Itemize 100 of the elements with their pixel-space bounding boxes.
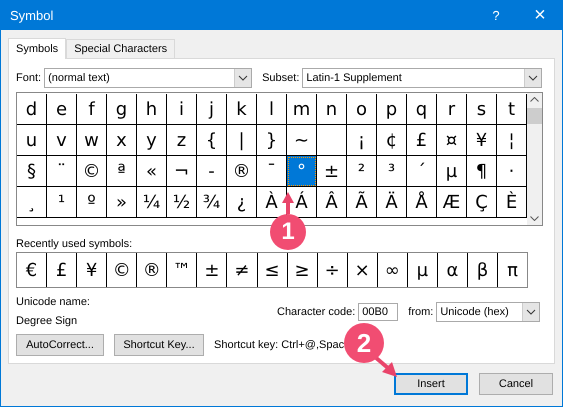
symbol-cell[interactable]: µ — [437, 156, 467, 187]
tab[interactable]: Symbols — [8, 38, 66, 59]
symbol-cell[interactable]: Ã — [347, 187, 377, 218]
symbol-cell[interactable]: { — [197, 125, 227, 156]
recent-symbol-cell[interactable]: ™ — [167, 253, 198, 287]
symbol-cell[interactable]: ² — [347, 156, 377, 187]
symbol-cell[interactable]: s — [467, 94, 497, 125]
symbol-cell[interactable]: p — [377, 94, 407, 125]
symbol-cell[interactable]: ´ — [407, 156, 437, 187]
symbol-cell[interactable]: ¿ — [227, 187, 257, 218]
symbol-cell[interactable]: g — [107, 94, 137, 125]
symbol-cell[interactable]: e — [47, 94, 77, 125]
symbol-cell[interactable]: k — [227, 94, 257, 125]
character-code-field[interactable]: 00B0 — [358, 302, 398, 320]
symbol-cell[interactable]: j — [197, 94, 227, 125]
tab[interactable]: Special Characters — [66, 39, 176, 58]
recent-symbol-cell[interactable]: ® — [137, 253, 168, 287]
symbol-cell[interactable]: d — [17, 94, 47, 125]
symbol-cell[interactable]: ¨ — [47, 156, 77, 187]
recent-symbol-cell[interactable]: π — [498, 253, 528, 287]
symbol-cell[interactable]: º — [77, 187, 107, 218]
symbol-cell[interactable]: z — [167, 125, 197, 156]
field-label: from: — [408, 306, 434, 318]
chevron-down-icon — [528, 75, 538, 81]
symbol-cell[interactable]: n — [317, 94, 347, 125]
chevron-down-icon — [238, 75, 248, 81]
recent-symbol-cell[interactable]: £ — [47, 253, 78, 287]
symbol-cell[interactable]: ¡ — [347, 125, 377, 156]
recent-symbol-cell[interactable]: € — [17, 253, 48, 287]
symbol-cell[interactable]: » — [107, 187, 137, 218]
symbol-cell[interactable]: ¹ — [47, 187, 77, 218]
recent-symbol-cell[interactable]: × — [348, 253, 378, 287]
symbol-cell[interactable]: Ä — [377, 187, 407, 218]
symbol-cell[interactable]: « — [137, 156, 167, 187]
chevron-down-icon[interactable] — [530, 216, 539, 221]
symbol-cell[interactable]: r — [437, 94, 467, 125]
symbol-cell[interactable]: ° — [287, 156, 317, 187]
symbol-cell[interactable]: y — [137, 125, 167, 156]
symbol-cell[interactable]: o — [347, 94, 377, 125]
symbol-cell[interactable]: ¬ — [167, 156, 197, 187]
symbol-cell[interactable]: | — [227, 125, 257, 156]
recent-symbol-cell[interactable]: ≠ — [227, 253, 258, 287]
symbol-cell[interactable]: © — [77, 156, 107, 187]
help-button[interactable]: ? — [474, 8, 518, 22]
unicode-name-label: Unicode name: — [16, 296, 91, 308]
recent-symbol-cell[interactable]: α — [438, 253, 468, 287]
from-dropdown[interactable]: Unicode (hex) — [436, 302, 540, 322]
font-dropdown[interactable]: (normal text) — [44, 68, 252, 88]
recent-symbol-cell[interactable]: ∞ — [378, 253, 408, 287]
symbol-cell[interactable]: x — [107, 125, 137, 156]
chevron-up-icon[interactable] — [530, 97, 539, 102]
symbol-cell[interactable]: ¥ — [467, 125, 497, 156]
recent-symbol-cell[interactable]: ≤ — [258, 253, 288, 287]
symbol-cell[interactable]: ³ — [377, 156, 407, 187]
symbol-cell[interactable]: Å — [407, 187, 437, 218]
symbol-cell[interactable]: ½ — [167, 187, 197, 218]
cancel-button[interactable]: Cancel — [479, 373, 553, 395]
symbol-cell[interactable]: w — [77, 125, 107, 156]
recent-symbol-cell[interactable]: ≥ — [288, 253, 318, 287]
autocorrect-button[interactable]: AutoCorrect... — [16, 334, 104, 356]
symbol-cell[interactable]: ª — [107, 156, 137, 187]
symbol-cell[interactable]: ± — [317, 156, 347, 187]
symbol-cell[interactable]: ® — [227, 156, 257, 187]
shortcut-key-button[interactable]: Shortcut Key... — [114, 334, 204, 356]
close-button[interactable]: × — [518, 4, 562, 26]
symbol-cell[interactable]: ¾ — [197, 187, 227, 218]
symbol-cell[interactable]: ¢ — [377, 125, 407, 156]
symbol-cell[interactable]: f — [77, 94, 107, 125]
subset-dropdown[interactable]: Latin-1 Supplement — [302, 68, 542, 88]
symbol-cell[interactable] — [317, 125, 347, 156]
scrollbar[interactable] — [527, 93, 542, 225]
symbol-cell[interactable]: ¼ — [137, 187, 167, 218]
symbol-cell[interactable]: i — [167, 94, 197, 125]
field-label: Character code: — [277, 306, 356, 318]
recent-symbol-cell[interactable]: © — [107, 253, 138, 287]
symbol-cell[interactable]: Â — [317, 187, 347, 218]
symbol-cell[interactable]: - — [197, 156, 227, 187]
recent-symbol-cell[interactable]: ± — [197, 253, 228, 287]
symbol-cell[interactable]: v — [47, 125, 77, 156]
recent-symbol-cell[interactable]: ¥ — [77, 253, 108, 287]
field-label: Font: — [16, 72, 42, 84]
symbol-cell[interactable]: u — [17, 125, 47, 156]
window-title: Symbol — [10, 8, 54, 22]
symbol-cell[interactable]: m — [287, 94, 317, 125]
symbol-cell[interactable]: h — [137, 94, 167, 125]
symbol-cell[interactable]: Æ — [437, 187, 467, 218]
symbol-cell[interactable]: ¶ — [467, 156, 497, 187]
insert-button[interactable]: Insert — [394, 373, 468, 395]
symbol-cell[interactable]: Ç — [467, 187, 497, 218]
recent-symbol-cell[interactable]: µ — [408, 253, 438, 287]
symbol-cell[interactable]: } — [257, 125, 287, 156]
recent-symbol-cell[interactable]: β — [468, 253, 498, 287]
symbol-cell[interactable]: ¸ — [17, 187, 47, 218]
symbol-cell[interactable]: § — [17, 156, 47, 187]
symbol-cell[interactable]: ¤ — [437, 125, 467, 156]
symbol-cell[interactable]: £ — [407, 125, 437, 156]
symbol-cell[interactable]: q — [407, 94, 437, 125]
scrollbar-thumb[interactable] — [527, 108, 542, 124]
recent-symbol-cell[interactable]: ÷ — [318, 253, 348, 287]
symbol-cell[interactable]: l — [257, 94, 287, 125]
